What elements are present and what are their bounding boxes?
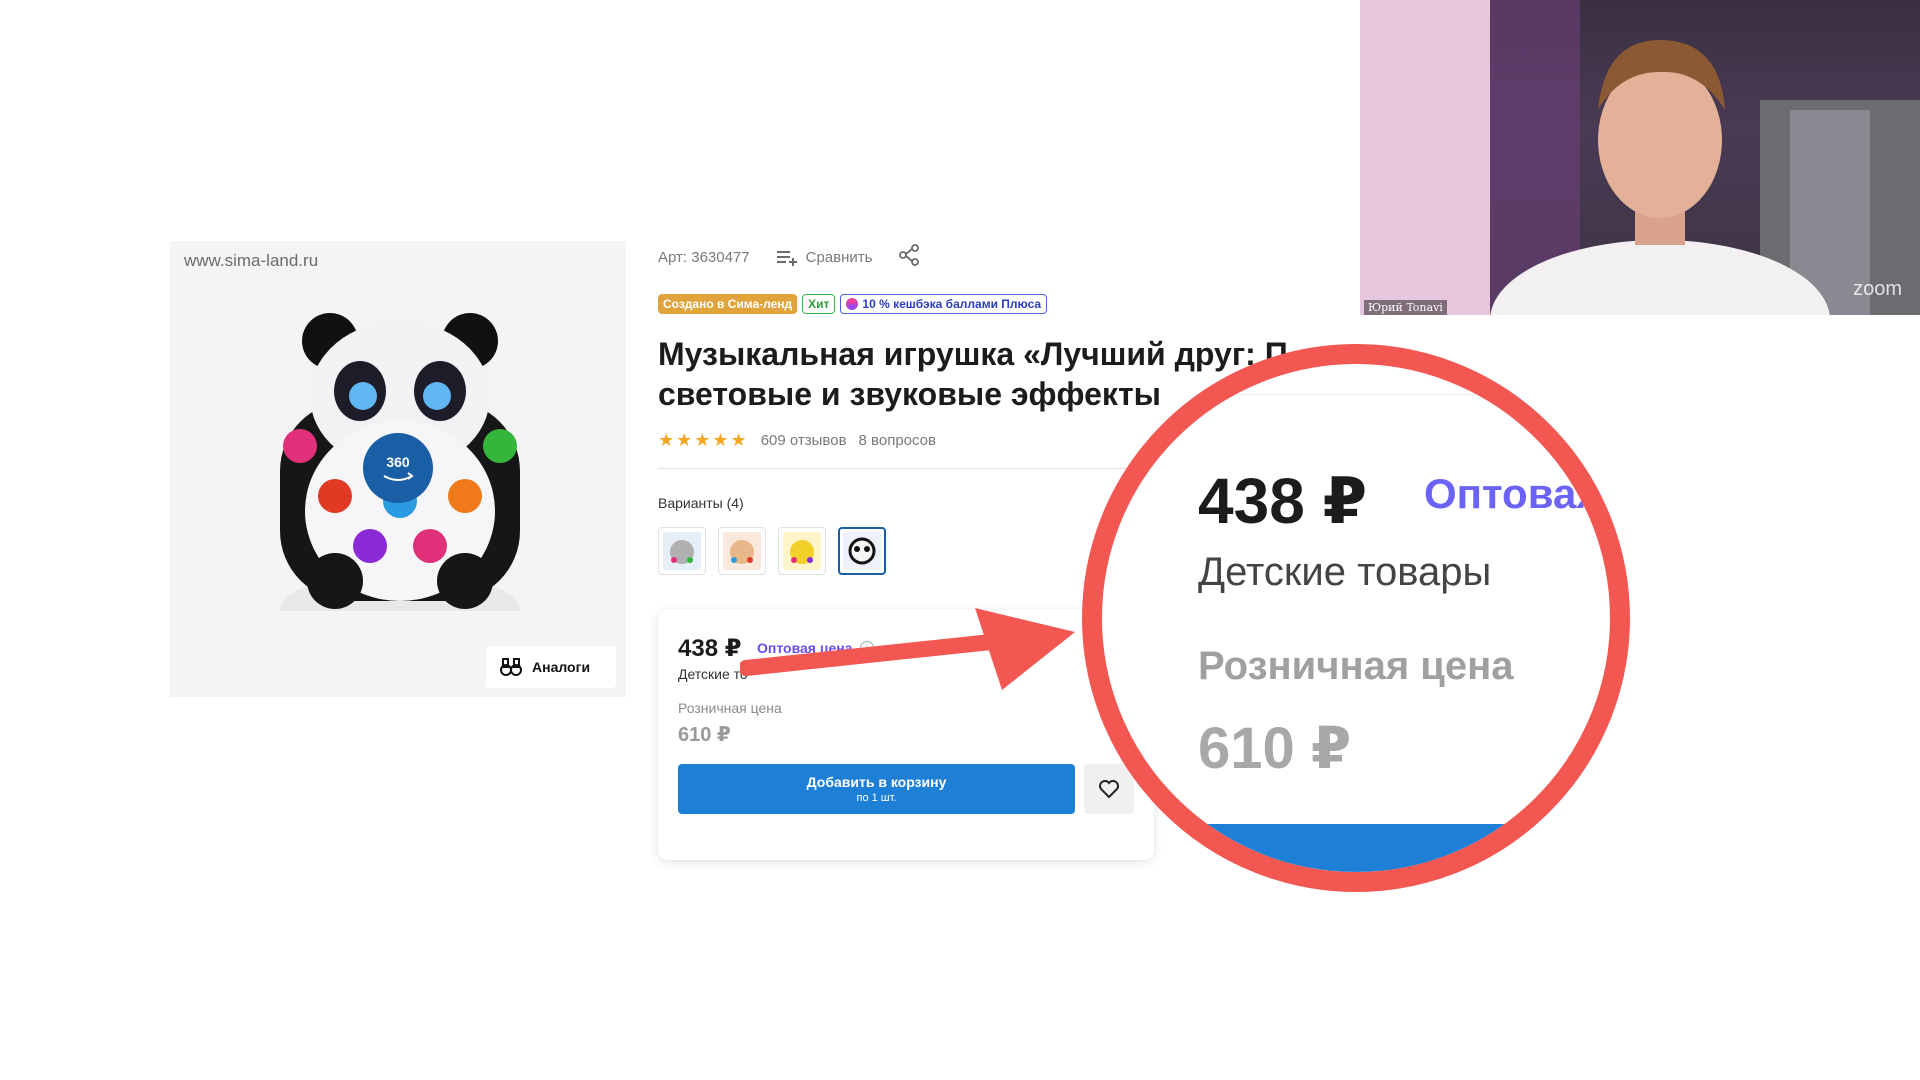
zoom-magnifier: 438 ₽ Оптовая Детские товары Розничная ц… (1082, 344, 1630, 892)
zoom-button-strip (1162, 824, 1610, 872)
compare-label: Сравнить (805, 248, 873, 266)
watermark: www.sima-land.ru (184, 251, 319, 270)
meta-row: Арт: 3630477 Сравнить (658, 244, 920, 270)
add-to-cart-quantity: по 1 шт. (856, 792, 897, 804)
variant-thumbnail-selected[interactable] (838, 527, 886, 575)
divider (658, 468, 1128, 469)
rating-row: ★★★★★ 609 отзывов 8 вопросов (658, 430, 936, 451)
article-number: Арт: 3630477 (658, 248, 750, 266)
analogs-label: Аналоги (532, 659, 591, 675)
badge-created-in-simaland[interactable]: Создано в Сима-ленд (658, 294, 798, 314)
add-to-cart-label: Добавить в корзину (806, 774, 947, 790)
zoom-category: Детские товары (1198, 550, 1492, 594)
price-category: Детские то (678, 666, 748, 682)
variant-thumbnail[interactable] (718, 527, 766, 575)
binoculars-icon (500, 658, 522, 676)
questions-link[interactable]: 8 вопросов (859, 432, 936, 449)
variant-thumbnail[interactable] (778, 527, 826, 575)
add-to-cart-button[interactable]: Добавить в корзину по 1 шт. (678, 764, 1075, 814)
product-image[interactable]: www.sima-land.ru 360 Аналоги (170, 241, 626, 697)
variant-thumbnail[interactable] (658, 527, 706, 575)
retail-price: 610 ₽ (678, 724, 731, 746)
view-360-label: 360 (386, 454, 410, 470)
webcam-video: zoom Юрий Tonavi (1360, 0, 1920, 315)
zoom-wholesale-price: 438 ₽ (1198, 465, 1368, 537)
compare-icon (776, 251, 797, 266)
zoom-retail-label: Розничная цена (1198, 644, 1514, 688)
compare-button[interactable]: Сравнить (776, 248, 873, 266)
badge-cashback-label: 10 % кешбэка баллами Плюса (862, 297, 1042, 311)
badge-cashback[interactable]: 10 % кешбэка баллами Плюса (840, 294, 1048, 314)
product-badges: Создано в Сима-ленд Хит 10 % кешбэка бал… (658, 294, 1048, 314)
variants-label: Варианты (4) (658, 495, 744, 511)
reviews-link[interactable]: 609 отзывов (761, 432, 847, 449)
wholesale-price: 438 ₽ (678, 635, 742, 662)
zoom-wholesale-label: Оптовая (1424, 470, 1601, 517)
participant-name: Юрий Tonavi (1364, 300, 1447, 315)
view-360-button[interactable]: 360 (363, 433, 433, 503)
plus-icon (846, 298, 859, 310)
rotate-icon (383, 472, 414, 481)
zoom-logo: zoom (1853, 278, 1902, 300)
zoom-retail-price: 610 ₽ (1198, 716, 1352, 781)
share-button[interactable] (898, 244, 920, 270)
highlight-arrow (740, 608, 1075, 690)
share-icon (899, 244, 920, 266)
rating-stars: ★★★★★ (658, 430, 749, 450)
analogs-button[interactable]: Аналоги (486, 646, 616, 688)
badge-hit[interactable]: Хит (802, 294, 836, 314)
participant-video (1360, 0, 1920, 315)
variants-list (658, 527, 886, 575)
retail-price-label: Розничная цена (678, 700, 782, 716)
zoom-card-edge (1162, 394, 1610, 395)
